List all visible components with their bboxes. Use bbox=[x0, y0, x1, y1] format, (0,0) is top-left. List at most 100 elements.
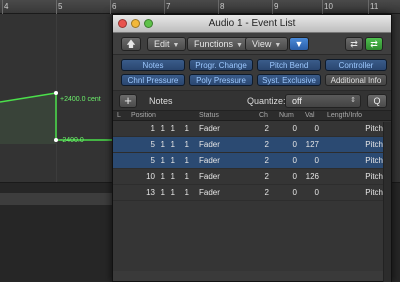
position-bar: 13 bbox=[146, 188, 155, 197]
event-info: Pitch bbox=[365, 140, 383, 149]
automation-bottom-label: -2400.0 bbox=[60, 137, 84, 144]
window-titlebar[interactable]: Audio 1 - Event List bbox=[113, 15, 391, 33]
event-channel: 2 bbox=[264, 188, 269, 197]
position-beat: 1 bbox=[160, 156, 165, 165]
event-number: 0 bbox=[292, 172, 297, 181]
additional-info-label: Additional Info bbox=[330, 76, 382, 85]
filter-pitch-bend-label: Pitch Bend bbox=[269, 61, 309, 70]
edit-menu-button[interactable]: Edit ▼ bbox=[147, 37, 187, 51]
position-division: 1 bbox=[170, 124, 175, 133]
ruler-mark-5: 5 bbox=[58, 2, 63, 11]
filter-icon: ▼ bbox=[294, 39, 304, 49]
event-list-window: Audio 1 - Event List 🡅 Edit ▼ Functions ▼ … bbox=[112, 14, 392, 282]
position-beat: 1 bbox=[160, 124, 165, 133]
position-bar: 5 bbox=[150, 156, 155, 165]
edit-menu-label: Edit bbox=[154, 39, 170, 49]
event-row[interactable]: 13 1 1 1 Fader 2 0 0 Pitch bbox=[113, 185, 391, 201]
event-list-scrollbar[interactable] bbox=[383, 122, 391, 282]
quantize-label: Quantize: bbox=[247, 96, 286, 106]
quantize-apply-button[interactable]: Q bbox=[367, 94, 387, 108]
filter-program-change-label: Progr. Change bbox=[195, 61, 247, 70]
event-value: 0 bbox=[314, 188, 319, 197]
event-row[interactable]: 10 1 1 1 Fader 2 0 126 Pitch bbox=[113, 169, 391, 185]
event-info: Pitch bbox=[365, 156, 383, 165]
bar-ruler[interactable]: 4 5 6 7 8 9 10 11 bbox=[0, 0, 400, 14]
filter-channel-pressure-button[interactable]: Chnl Pressure bbox=[121, 74, 185, 86]
filter-toggle-button[interactable]: ▼ bbox=[289, 37, 309, 51]
col-position[interactable]: Position bbox=[131, 112, 156, 119]
event-list-header: L Position Status Ch Num Val Length/Info bbox=[113, 111, 391, 121]
event-value: 127 bbox=[305, 140, 319, 149]
region-strip[interactable] bbox=[0, 193, 112, 205]
automation-node[interactable] bbox=[54, 91, 58, 95]
col-number[interactable]: Num bbox=[279, 112, 294, 119]
create-notes-label[interactable]: Notes bbox=[149, 96, 173, 106]
filter-poly-pressure-label: Poly Pressure bbox=[196, 76, 246, 85]
col-l[interactable]: L bbox=[117, 112, 121, 119]
functions-menu-button[interactable]: Functions ▼ bbox=[187, 37, 250, 51]
event-row[interactable]: 5 1 1 1 Fader 2 0 127 Pitch bbox=[113, 137, 391, 153]
quantize-value: off bbox=[292, 96, 302, 106]
event-channel: 2 bbox=[264, 140, 269, 149]
event-status: Fader bbox=[199, 156, 220, 165]
position-beat: 1 bbox=[160, 140, 165, 149]
event-type-filters: Notes Progr. Change Pitch Bend Controlle… bbox=[113, 55, 391, 91]
event-status: Fader bbox=[199, 172, 220, 181]
view-menu-label: View bbox=[252, 39, 272, 49]
position-bar: 10 bbox=[146, 172, 155, 181]
add-event-button[interactable]: + bbox=[119, 94, 137, 108]
event-number: 0 bbox=[292, 156, 297, 165]
filter-pitch-bend-button[interactable]: Pitch Bend bbox=[257, 59, 321, 71]
chevron-down-icon: ▼ bbox=[236, 42, 243, 49]
event-list: 1 1 1 1 Fader 2 0 0 Pitch 5 1 1 1 Fader … bbox=[113, 121, 391, 271]
ruler-mark-6: 6 bbox=[112, 2, 117, 11]
filter-controller-button[interactable]: Controller bbox=[325, 59, 387, 71]
plus-icon: + bbox=[124, 93, 132, 108]
filter-poly-pressure-button[interactable]: Poly Pressure bbox=[189, 74, 253, 86]
event-channel: 2 bbox=[264, 156, 269, 165]
event-row[interactable]: 1 1 1 1 Fader 2 0 0 Pitch bbox=[113, 121, 391, 137]
filter-sysex-button[interactable]: Syst. Exclusive bbox=[257, 74, 321, 86]
chevron-down-icon: ▼ bbox=[172, 42, 180, 49]
event-channel: 2 bbox=[264, 172, 269, 181]
additional-info-button[interactable]: Additional Info bbox=[325, 74, 387, 86]
functions-menu-label: Functions bbox=[194, 39, 234, 49]
position-division: 1 bbox=[170, 156, 175, 165]
position-bar: 5 bbox=[150, 140, 155, 149]
pitch-automation-curve[interactable] bbox=[0, 80, 112, 160]
position-tick: 1 bbox=[184, 188, 189, 197]
quantize-select[interactable]: off ⇕ bbox=[285, 94, 361, 108]
midi-out-button[interactable]: ⇄ bbox=[365, 37, 383, 51]
ruler-mark-8: 8 bbox=[220, 2, 225, 11]
ruler-mark-4: 4 bbox=[4, 2, 9, 11]
ruler-mark-10: 10 bbox=[324, 2, 333, 11]
window-title: Audio 1 - Event List bbox=[208, 18, 296, 29]
position-division: 1 bbox=[170, 140, 175, 149]
automation-node[interactable] bbox=[54, 138, 58, 142]
chevron-down-icon: ▼ bbox=[274, 42, 282, 49]
event-info: Pitch bbox=[365, 172, 383, 181]
filter-controller-label: Controller bbox=[338, 61, 374, 70]
event-row[interactable]: 5 1 1 1 Fader 2 0 0 Pitch bbox=[113, 153, 391, 169]
position-tick: 1 bbox=[184, 124, 189, 133]
ruler-mark-9: 9 bbox=[274, 2, 279, 11]
filter-sysex-label: Syst. Exclusive bbox=[262, 76, 316, 85]
event-value: 0 bbox=[314, 124, 319, 133]
position-beat: 1 bbox=[160, 172, 165, 181]
filter-program-change-button[interactable]: Progr. Change bbox=[189, 59, 253, 71]
filter-channel-pressure-label: Chnl Pressure bbox=[127, 76, 179, 85]
col-channel[interactable]: Ch bbox=[259, 112, 268, 119]
parent-level-button[interactable]: 🡅 bbox=[121, 37, 141, 51]
event-number: 0 bbox=[292, 188, 297, 197]
ruler-mark-7: 7 bbox=[166, 2, 171, 11]
view-menu-button[interactable]: View ▼ bbox=[245, 37, 289, 51]
col-status[interactable]: Status bbox=[199, 112, 219, 119]
event-number: 0 bbox=[292, 140, 297, 149]
position-tick: 1 bbox=[184, 172, 189, 181]
midi-in-button[interactable]: ⇄ bbox=[345, 37, 363, 51]
col-length-info[interactable]: Length/Info bbox=[327, 112, 362, 119]
col-value[interactable]: Val bbox=[305, 112, 315, 119]
filter-notes-button[interactable]: Notes bbox=[121, 59, 185, 71]
event-list-toolbar: 🡅 Edit ▼ Functions ▼ View ▼ ▼ ⇄ ⇄ bbox=[113, 33, 391, 55]
position-tick: 1 bbox=[184, 140, 189, 149]
